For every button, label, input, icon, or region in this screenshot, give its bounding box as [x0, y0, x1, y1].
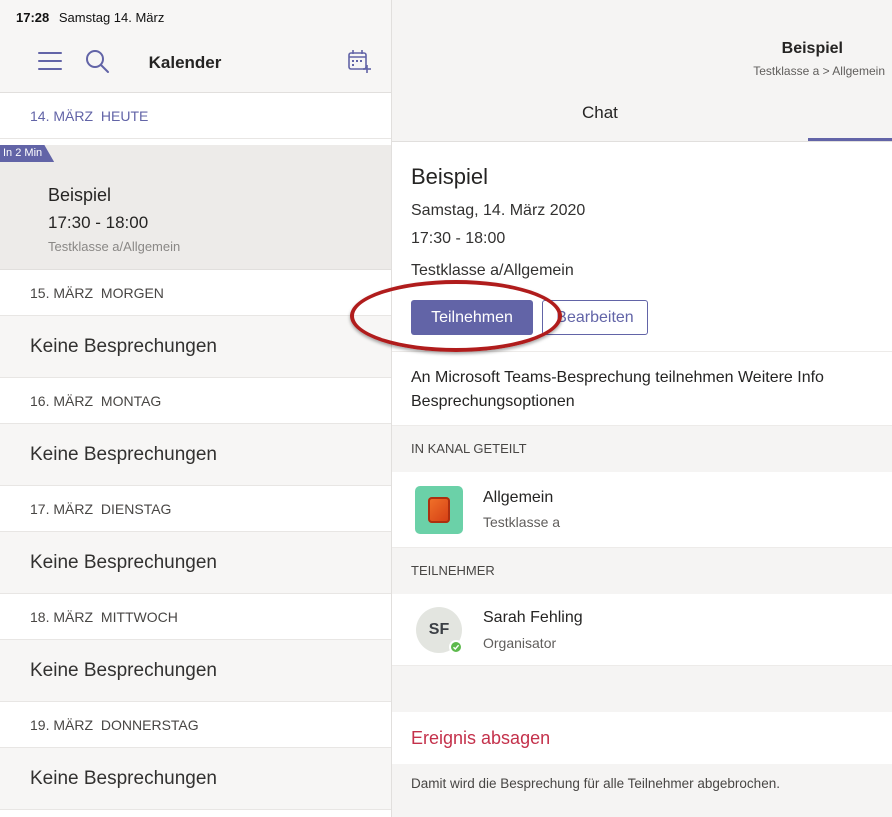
event-time: 17:30 - 18:00 — [48, 213, 149, 232]
channel-name: Allgemein — [483, 489, 554, 506]
agenda-list[interactable]: 14. MÄRZ HEUTE In 2 Min Beispiel 17:30 -… — [0, 92, 391, 817]
status-bar: 17:28 Samstag 14. März — [16, 10, 164, 25]
attendee-role: Organisator — [483, 635, 557, 651]
day-header-weekday: MONTAG — [100, 393, 162, 409]
tab-chat[interactable]: Chat — [582, 103, 618, 123]
day-header: 18. MÄRZ MITTWOCH — [0, 594, 391, 640]
day-header: 15. MÄRZ MORGEN — [0, 270, 391, 316]
meeting-title: Beispiel — [411, 164, 489, 189]
hamburger-menu-icon[interactable] — [38, 52, 62, 70]
join-button[interactable]: Teilnehmen — [411, 300, 533, 335]
detail-header: Beispiel Testklasse a > Allgemein Chat — [392, 0, 892, 142]
day-header: 19. MÄRZ DONNERSTAG — [0, 702, 391, 748]
calendar-title: Kalender — [148, 53, 222, 72]
event-card-beispiel[interactable]: In 2 Min Beispiel 17:30 - 18:00 Testklas… — [0, 145, 391, 270]
cancel-hint: Damit wird die Besprechung für alle Teil… — [411, 776, 780, 791]
calendar-header: Kalender — [0, 34, 391, 90]
cancel-event-row: Ereignis absagen — [392, 712, 892, 764]
day-header-today: 14. MÄRZ HEUTE — [0, 93, 391, 139]
shared-channel-item[interactable]: Allgemein Testklasse a — [392, 472, 892, 548]
status-time: 17:28 — [16, 10, 50, 25]
presence-available-icon — [449, 640, 463, 654]
join-teams-meeting-link[interactable]: An Microsoft Teams-Besprechung teilnehme… — [411, 369, 734, 386]
no-meetings-item[interactable]: Keine Besprechungen — [0, 640, 391, 702]
shared-in-channel-header: IN KANAL GETEILT — [392, 426, 892, 472]
event-title: Beispiel — [48, 185, 112, 205]
meeting-options-link[interactable]: Besprechungsoptionen — [411, 393, 575, 411]
join-info: An Microsoft Teams-Besprechung teilnehme… — [392, 352, 892, 426]
starts-soon-badge: In 2 Min — [0, 145, 55, 162]
cancel-event-button[interactable]: Ereignis absagen — [411, 728, 550, 749]
day-header-date: 18. MÄRZ — [30, 609, 94, 625]
cancel-hint-box: Damit wird die Besprechung für alle Teil… — [392, 764, 892, 817]
day-header-date: 19. MÄRZ — [30, 717, 94, 733]
section-spacer — [392, 666, 892, 712]
channel-team: Testklasse a — [483, 514, 561, 530]
day-header-date: 14. MÄRZ — [30, 108, 94, 124]
attendees-header: TEILNEHMER — [392, 548, 892, 594]
status-date: Samstag 14. März — [58, 10, 165, 25]
day-header: 16. MÄRZ MONTAG — [0, 378, 391, 424]
no-meetings-item[interactable]: Keine Besprechungen — [0, 316, 391, 378]
breadcrumb[interactable]: Testklasse a > Allgemein — [753, 64, 885, 78]
day-header-weekday: MORGEN — [100, 285, 164, 301]
meeting-details: Beispiel Samstag, 14. März 2020 17:30 - … — [392, 142, 892, 352]
meeting-date: Samstag, 14. März 2020 — [411, 202, 586, 219]
edit-button[interactable]: Bearbeiten — [542, 300, 648, 335]
channel-avatar-icon — [415, 486, 463, 534]
attendee-item[interactable]: SF Sarah Fehling Organisator — [392, 594, 892, 666]
no-meetings-item[interactable]: Keine Besprechungen — [0, 532, 391, 594]
new-event-calendar-icon[interactable] — [346, 48, 372, 74]
day-header-label: HEUTE — [100, 108, 149, 124]
day-header-date: 15. MÄRZ — [30, 285, 94, 301]
teams-window: 17:28 Samstag 14. März Kalender 14. MÄRZ… — [0, 0, 892, 817]
day-header: 17. MÄRZ DIENSTAG — [0, 486, 391, 532]
join-info-line: An Microsoft Teams-Besprechung teilnehme… — [411, 369, 824, 387]
day-header-date: 17. MÄRZ — [30, 501, 94, 517]
calendar-pane: 17:28 Samstag 14. März Kalender 14. MÄRZ… — [0, 0, 391, 817]
attendee-name: Sarah Fehling — [483, 609, 583, 626]
no-meetings-item[interactable]: Keine Besprechungen — [0, 748, 391, 810]
detail-header-title: Beispiel — [781, 40, 843, 57]
day-header-date: 16. MÄRZ — [30, 393, 94, 409]
no-meetings-item[interactable]: Keine Besprechungen — [0, 424, 391, 486]
day-header-weekday: DIENSTAG — [100, 501, 172, 517]
day-header-weekday: MITTWOCH — [100, 609, 178, 625]
tab-details-active-indicator[interactable] — [808, 138, 892, 141]
meeting-detail-pane: Beispiel Testklasse a > Allgemein Chat B… — [391, 0, 892, 817]
meeting-time: 17:30 - 18:00 — [411, 230, 506, 247]
meeting-channel: Testklasse a/Allgemein — [411, 262, 574, 279]
event-channel: Testklasse a/Allgemein — [48, 239, 181, 254]
more-info-link[interactable]: Weitere Info — [738, 369, 824, 386]
day-header-weekday: DONNERSTAG — [100, 717, 199, 733]
